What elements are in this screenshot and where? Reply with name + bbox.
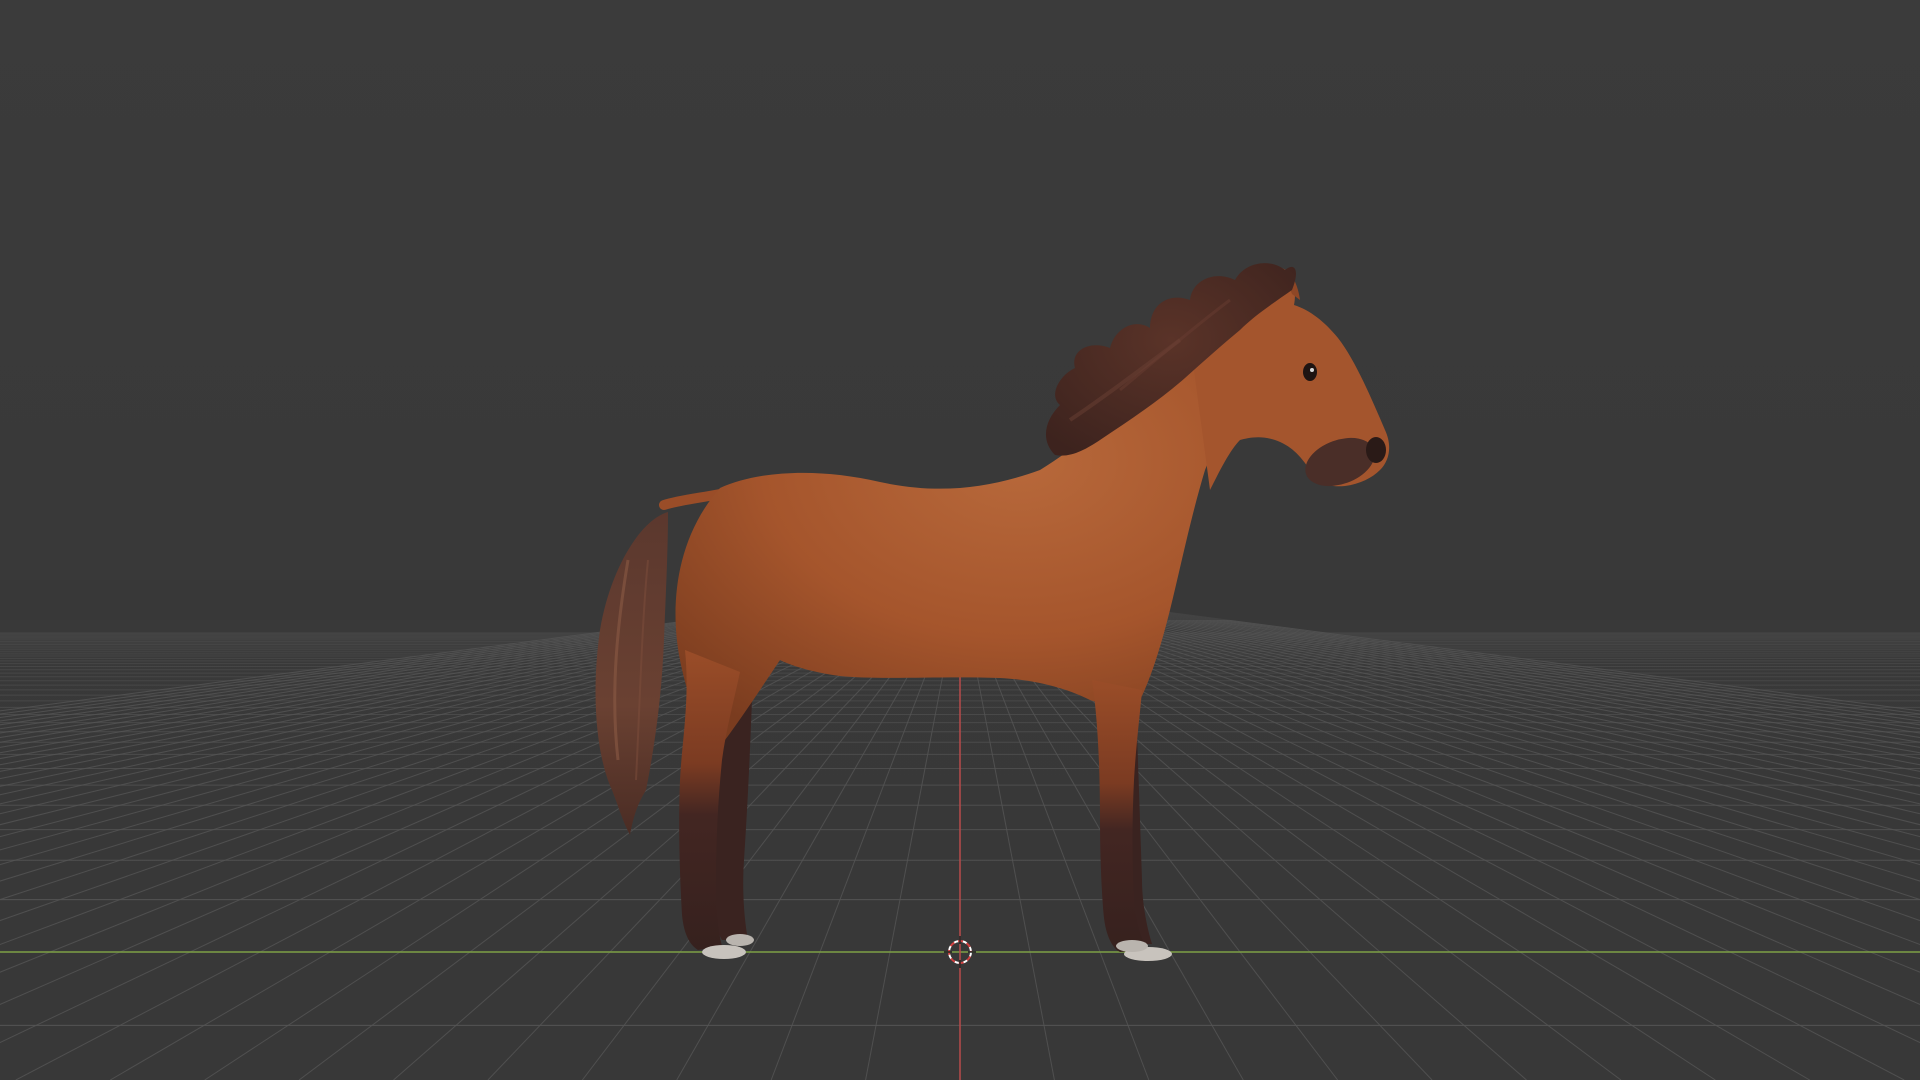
3d-viewport[interactable]	[0, 0, 1920, 1080]
horse-model[interactable]	[0, 0, 1920, 1080]
far-legs	[712, 690, 1152, 944]
horse-tail	[595, 512, 668, 835]
hooves	[702, 934, 1172, 961]
3d-cursor-icon[interactable]	[944, 936, 976, 968]
